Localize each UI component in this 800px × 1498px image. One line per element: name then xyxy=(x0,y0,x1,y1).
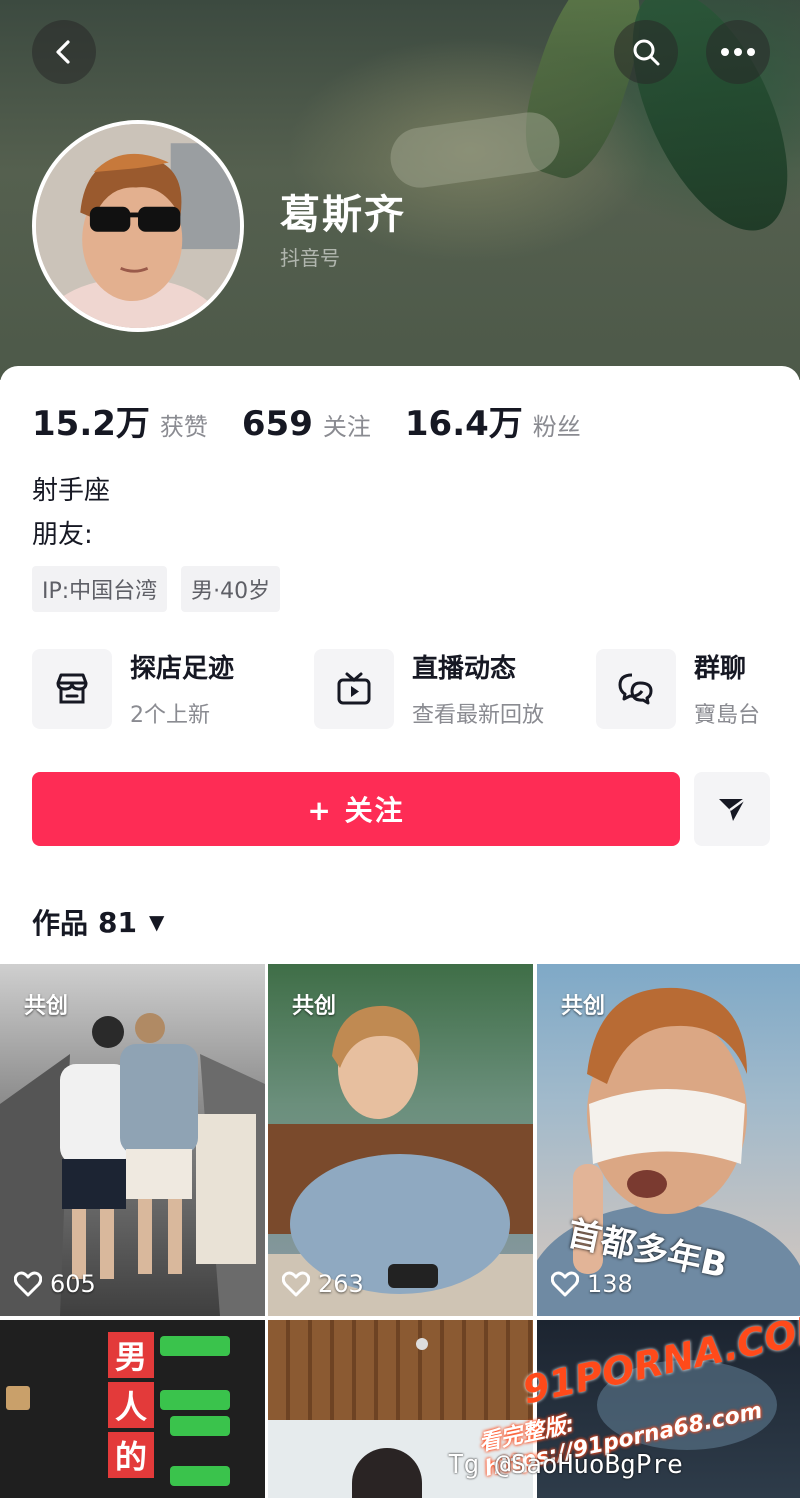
cocreate-badge: 共创 xyxy=(292,994,337,1019)
search-icon xyxy=(633,39,660,66)
follow-button[interactable]: + 关注 xyxy=(32,772,680,846)
back-button[interactable] xyxy=(32,20,96,84)
bio-line: 朋友: xyxy=(32,520,93,550)
send-icon xyxy=(719,797,746,821)
stat-following[interactable]: 659 关注 xyxy=(242,404,371,444)
search-button[interactable] xyxy=(614,20,678,84)
stat-label: 关注 xyxy=(322,413,371,441)
service-title: 群聊 xyxy=(694,654,747,684)
caret-down-icon: ▼ xyxy=(148,910,165,934)
avatar-photo xyxy=(36,124,240,328)
heart-icon xyxy=(282,1271,310,1297)
stat-followers[interactable]: 16.4万 粉丝 xyxy=(405,396,581,445)
more-dots-icon xyxy=(721,48,755,56)
stat-value: 16.4万 xyxy=(404,404,523,444)
chat-bubble xyxy=(160,1336,230,1356)
ip-location-tag: IP:中国台湾 xyxy=(32,566,168,612)
service-live-updates[interactable]: 直播动态 查看最新回放 xyxy=(314,648,596,729)
works-label: 作品 xyxy=(32,907,89,940)
chevron-left-icon xyxy=(56,40,70,64)
heart-icon xyxy=(14,1271,42,1297)
share-button[interactable] xyxy=(694,772,770,846)
avatar[interactable] xyxy=(32,120,244,332)
caption-char: 的 xyxy=(108,1432,154,1478)
chat-bubble xyxy=(170,1466,230,1486)
works-count: 81 xyxy=(98,905,137,939)
shop-icon xyxy=(32,648,112,729)
stats-row: 15.2万 获赞 659 关注 16.4万 粉丝 xyxy=(32,396,615,445)
cover-background-object xyxy=(386,108,564,192)
bio-line: 射手座 xyxy=(32,476,111,506)
caption-char: 男 xyxy=(108,1332,154,1378)
cocreate-badge: 共创 xyxy=(561,994,606,1019)
service-subtitle: 寶島台 xyxy=(694,703,761,728)
chat-bubble xyxy=(160,1390,230,1410)
like-count: 605 xyxy=(14,1270,96,1298)
like-count: 138 xyxy=(551,1270,633,1298)
watermark-telegram: Tg @SaoHuoBgPre xyxy=(448,1450,683,1480)
more-options-button[interactable] xyxy=(706,20,770,84)
caption-char: 人 xyxy=(108,1382,154,1428)
services-row: 探店足迹 2个上新 直播动态 查看最新回放 群聊 寶島台 xyxy=(32,648,800,729)
service-title: 探店足迹 xyxy=(130,654,235,684)
like-count-value: 263 xyxy=(318,1270,364,1298)
works-tab[interactable]: 作品 81 ▼ xyxy=(32,902,164,942)
like-count-value: 605 xyxy=(50,1270,96,1298)
chat-bubble xyxy=(170,1416,230,1436)
stat-likes[interactable]: 15.2万 获赞 xyxy=(32,396,208,445)
profile-nickname: 葛斯齐 xyxy=(280,192,406,238)
like-count: 263 xyxy=(282,1270,364,1298)
video-thumbnail[interactable]: 共创 263 xyxy=(268,964,533,1316)
like-count-value: 138 xyxy=(587,1270,633,1298)
video-thumbnail[interactable]: 共创 首都多年B 138 xyxy=(537,964,800,1316)
account-id-label[interactable]: 抖音号 xyxy=(280,242,340,271)
stat-value: 15.2万 xyxy=(32,404,150,444)
stat-label: 获赞 xyxy=(159,413,208,441)
chat-avatar xyxy=(6,1386,30,1410)
ceiling-light xyxy=(416,1338,428,1350)
service-group-chat[interactable]: 群聊 寶島台 xyxy=(596,648,800,729)
stat-label: 粉丝 xyxy=(532,413,581,441)
profile-info-card: 15.2万 获赞 659 关注 16.4万 粉丝 射手座 朋友: IP:中国台湾… xyxy=(0,366,800,966)
heart-icon xyxy=(551,1271,579,1297)
service-subtitle: 2个上新 xyxy=(130,703,210,728)
video-thumbnail[interactable]: 共创 605 xyxy=(0,964,265,1316)
service-title: 直播动态 xyxy=(412,654,517,684)
video-thumbnail[interactable]: 男 人 的 xyxy=(0,1320,265,1498)
cocreate-badge: 共创 xyxy=(24,994,69,1019)
service-shop-visits[interactable]: 探店足迹 2个上新 xyxy=(32,648,314,729)
stat-value: 659 xyxy=(241,404,313,444)
tv-icon xyxy=(314,648,394,729)
gender-age-tag: 男·40岁 xyxy=(181,566,281,612)
chat-icon xyxy=(596,648,676,729)
profile-tags: IP:中国台湾 男·40岁 xyxy=(32,566,294,612)
service-subtitle: 查看最新回放 xyxy=(412,703,545,728)
